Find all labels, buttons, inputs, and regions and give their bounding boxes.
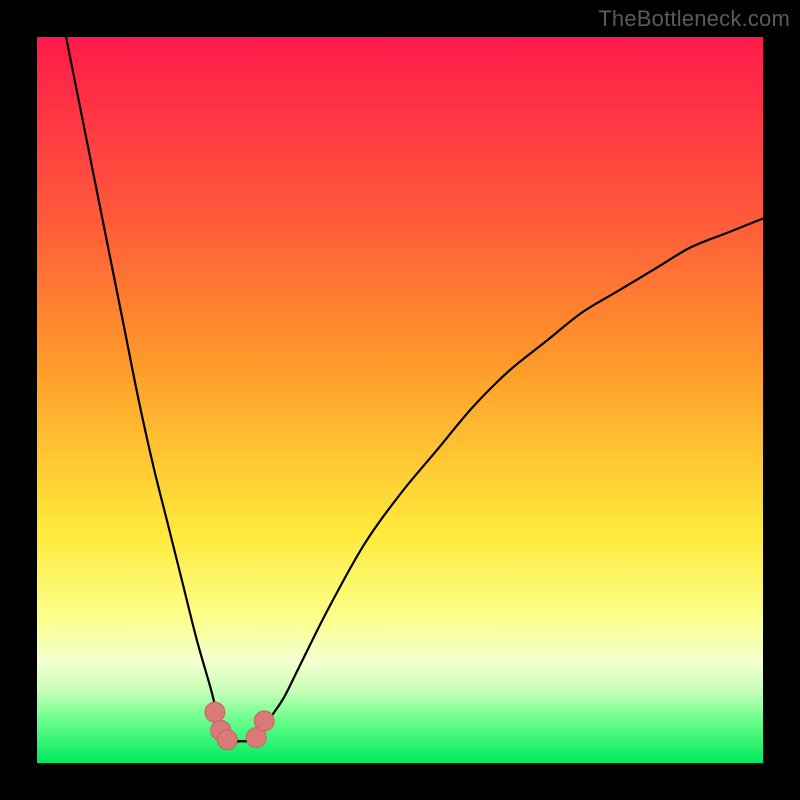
chart-svg [37,37,763,763]
marker-dot-2 [217,730,237,750]
chart-plot-area [37,37,763,763]
watermark-text: TheBottleneck.com [598,6,790,32]
curve-left-branch [66,37,240,742]
chart-frame: TheBottleneck.com [0,0,800,800]
curve-right-branch [255,219,763,742]
marker-dot-4 [254,711,274,731]
marker-dot-0 [205,702,225,722]
near-minimum-markers [205,702,274,750]
bottleneck-curve [66,37,763,742]
